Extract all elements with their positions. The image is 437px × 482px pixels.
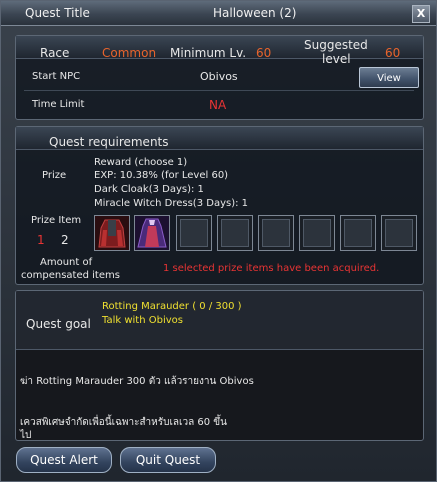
start-npc-label: Start NPC xyxy=(32,71,81,82)
goal-description-2b: ไป xyxy=(20,430,32,441)
reward-line-3: Dark Cloak(3 Days): 1 xyxy=(94,184,204,195)
race-label: Race xyxy=(40,46,70,60)
miracle-witch-dress-icon xyxy=(135,216,169,250)
quit-quest-button[interactable]: Quit Quest xyxy=(120,447,216,473)
empty-slot xyxy=(221,219,249,247)
compensated-label-line2: compensated items xyxy=(21,270,120,281)
reward-slot-3[interactable] xyxy=(176,215,212,251)
prize-item-total-count: 2 xyxy=(61,233,69,247)
race-value: Common xyxy=(102,46,157,60)
compensated-label-line1: Amount of xyxy=(40,257,93,268)
goal-description-2a: เควสพิเศษจำกัดเพื่อนี้เฉพาะสำหรับเลเวล 6… xyxy=(20,417,227,428)
view-location-button[interactable]: View Location xyxy=(359,67,419,88)
start-npc-value: Obivos xyxy=(200,70,238,83)
prize-item-label: Prize Item xyxy=(31,215,82,226)
reward-line-4: Miracle Witch Dress(3 Days): 1 xyxy=(94,198,249,209)
dark-cloak-icon xyxy=(95,216,129,250)
quit-quest-label: Quit Quest xyxy=(135,453,201,467)
quest-info-panel: Race Common Minimum Lv. 60 Suggested lev… xyxy=(15,35,424,120)
minimum-level-label: Minimum Lv. xyxy=(170,46,247,60)
quest-goal-label: Quest goal xyxy=(26,317,91,331)
requirements-header: Quest requirements xyxy=(49,135,169,149)
time-limit-value: NA xyxy=(209,98,227,112)
goal-description-1: ฆ่า Rotting Marauder 300 ตัว แล้วรายงาน … xyxy=(20,376,254,387)
goal-line-2: Talk with Obivos xyxy=(102,315,183,326)
quest-requirements-panel: Quest requirements Prize Reward (choose … xyxy=(15,126,424,285)
quest-alert-label: Quest Alert xyxy=(30,453,98,467)
prize-label: Prize xyxy=(42,170,67,181)
empty-slot xyxy=(180,219,208,247)
title-bar[interactable]: Quest Title Halloween (2) X xyxy=(1,1,436,26)
view-location-label: View Location xyxy=(377,73,401,84)
reward-slot-7[interactable] xyxy=(340,215,376,251)
quest-name: Halloween (2) xyxy=(213,6,297,20)
empty-slot xyxy=(385,219,413,247)
suggested-level-label-line2: level xyxy=(322,52,351,66)
goal-line-1: Rotting Marauder ( 0 / 300 ) xyxy=(102,301,242,312)
reward-slot-4[interactable] xyxy=(217,215,253,251)
quest-alert-button[interactable]: Quest Alert xyxy=(16,447,112,473)
reward-line-1: Reward (choose 1) xyxy=(94,157,188,168)
reward-slot-5[interactable] xyxy=(258,215,294,251)
prize-item-selected-count: 1 xyxy=(37,233,45,247)
quest-window: Quest Title Halloween (2) X Race Common … xyxy=(0,0,437,482)
empty-slot xyxy=(262,219,290,247)
window-title-label: Quest Title xyxy=(25,6,90,20)
minimum-level-value: 60 xyxy=(256,46,272,60)
empty-slot xyxy=(303,219,331,247)
close-button[interactable]: X xyxy=(412,5,430,23)
suggested-level-label-line1: Suggested xyxy=(304,38,368,52)
suggested-level-value: 60 xyxy=(385,46,401,60)
reward-slot-6[interactable] xyxy=(299,215,335,251)
reward-slot-1[interactable] xyxy=(94,215,130,251)
quest-goal-panel: Quest goal Rotting Marauder ( 0 / 300 ) … xyxy=(15,290,424,441)
reward-line-2: EXP: 10.38% (for Level 60) xyxy=(94,170,229,181)
divider xyxy=(24,90,414,91)
time-limit-label: Time Limit xyxy=(32,99,85,110)
close-icon: X xyxy=(416,7,426,20)
reward-slot-2[interactable] xyxy=(134,215,170,251)
reward-slot-8[interactable] xyxy=(381,215,417,251)
acquired-message: 1 selected prize items have been acquire… xyxy=(163,263,380,274)
empty-slot xyxy=(344,219,372,247)
